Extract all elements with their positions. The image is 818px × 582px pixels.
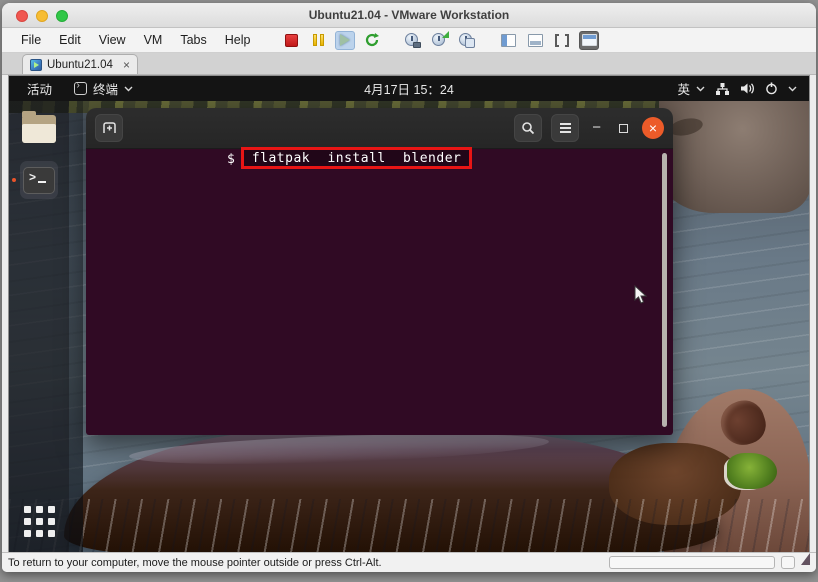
gnome-topbar: 活动 终端 4月17日 15：24 英 bbox=[9, 76, 809, 101]
shell-prompt: $ bbox=[227, 150, 235, 167]
vm-toolbar bbox=[281, 31, 599, 50]
resume-play-icon[interactable] bbox=[335, 31, 355, 50]
power-off-icon[interactable] bbox=[281, 31, 301, 50]
network-icon[interactable] bbox=[715, 82, 730, 96]
menu-view[interactable]: View bbox=[90, 30, 135, 50]
tab-ubuntu[interactable]: Ubuntu21.04 × bbox=[22, 54, 138, 74]
menu-vm[interactable]: VM bbox=[135, 30, 172, 50]
app-grid-icon bbox=[24, 506, 55, 537]
new-tab-icon bbox=[102, 121, 117, 135]
tab-bar: Ubuntu21.04 × bbox=[2, 53, 816, 75]
wallpaper-hippo-head bbox=[659, 101, 809, 213]
power-icon[interactable] bbox=[765, 82, 778, 95]
desktop-wallpaper: − × $ flatpak install blender bbox=[9, 101, 809, 552]
minimize-window-button[interactable] bbox=[36, 10, 48, 22]
status-segment bbox=[609, 556, 775, 569]
activities-button[interactable]: 活动 bbox=[23, 77, 56, 100]
terminal-maximize-button[interactable] bbox=[619, 124, 628, 133]
mouse-cursor bbox=[634, 285, 648, 305]
dock-item-files[interactable] bbox=[20, 110, 58, 148]
vm-tab-icon bbox=[30, 59, 42, 71]
terminal-content[interactable]: $ flatpak install blender bbox=[86, 149, 673, 435]
menu-edit[interactable]: Edit bbox=[50, 30, 90, 50]
terminal-scrollbar[interactable] bbox=[662, 153, 667, 427]
resize-grip[interactable] bbox=[801, 553, 810, 565]
command-text: flatpak install blender bbox=[252, 151, 462, 166]
new-tab-button[interactable] bbox=[95, 114, 123, 142]
terminal-app-icon bbox=[74, 82, 87, 95]
wallpaper-vegetation bbox=[727, 453, 777, 489]
app-menu-terminal[interactable]: 终端 bbox=[74, 79, 133, 98]
status-message: To return to your computer, move the mou… bbox=[8, 557, 603, 569]
chevron-down-icon[interactable] bbox=[788, 86, 797, 92]
chevron-down-icon bbox=[124, 86, 133, 92]
volume-icon[interactable] bbox=[740, 82, 755, 95]
dock bbox=[9, 101, 69, 552]
menu-file[interactable]: File bbox=[12, 30, 50, 50]
dock-item-terminal[interactable] bbox=[20, 161, 58, 199]
take-snapshot-icon[interactable] bbox=[403, 31, 423, 50]
menu-help[interactable]: Help bbox=[216, 30, 260, 50]
reset-arrows-icon bbox=[364, 32, 380, 48]
zoom-window-button[interactable] bbox=[56, 10, 68, 22]
revert-snapshot-icon[interactable] bbox=[430, 31, 450, 50]
guest-display: 活动 终端 4月17日 15：24 英 bbox=[8, 75, 810, 552]
terminal-headerbar[interactable]: − × bbox=[86, 108, 673, 149]
search-button[interactable] bbox=[514, 114, 542, 142]
ime-label: 英 bbox=[677, 79, 690, 98]
terminal-minimize-button[interactable]: − bbox=[588, 123, 605, 133]
wallpaper-water-sparkle bbox=[9, 499, 809, 552]
annotation-red-box: flatpak install blender bbox=[241, 147, 473, 169]
menu-tabs[interactable]: Tabs bbox=[171, 30, 215, 50]
titlebar: Ubuntu21.04 - VMware Workstation bbox=[2, 3, 816, 28]
app-menu-label: 终端 bbox=[93, 79, 118, 98]
close-window-button[interactable] bbox=[16, 10, 28, 22]
folder-icon bbox=[22, 115, 56, 143]
running-indicator-dot bbox=[12, 178, 16, 182]
menu-button[interactable] bbox=[551, 114, 579, 142]
tab-close-icon[interactable]: × bbox=[123, 60, 130, 70]
chevron-down-icon bbox=[696, 86, 705, 92]
terminal-icon bbox=[23, 167, 55, 194]
hamburger-icon bbox=[560, 123, 571, 133]
tab-label: Ubuntu21.04 bbox=[47, 59, 113, 71]
status-segment-small bbox=[781, 556, 795, 569]
console-view-icon[interactable] bbox=[579, 31, 599, 50]
vmware-window: Ubuntu21.04 - VMware Workstation File Ed… bbox=[2, 3, 816, 572]
show-applications-button[interactable] bbox=[20, 502, 58, 540]
search-icon bbox=[521, 121, 535, 135]
reset-icon[interactable] bbox=[362, 31, 382, 50]
show-thumbnail-bar-icon[interactable] bbox=[525, 31, 545, 50]
traffic-lights bbox=[16, 10, 68, 22]
ime-indicator[interactable]: 英 bbox=[677, 79, 705, 98]
show-library-icon[interactable] bbox=[498, 31, 518, 50]
terminal-close-button[interactable]: × bbox=[642, 117, 664, 139]
suspend-icon[interactable] bbox=[308, 31, 328, 50]
window-title: Ubuntu21.04 - VMware Workstation bbox=[309, 8, 509, 22]
manage-snapshots-icon[interactable] bbox=[457, 31, 477, 50]
terminal-window: − × $ flatpak install blender bbox=[86, 108, 673, 435]
statusbar: To return to your computer, move the mou… bbox=[2, 552, 816, 572]
fullscreen-icon[interactable] bbox=[552, 31, 572, 50]
menubar: File Edit View VM Tabs Help bbox=[2, 28, 816, 53]
